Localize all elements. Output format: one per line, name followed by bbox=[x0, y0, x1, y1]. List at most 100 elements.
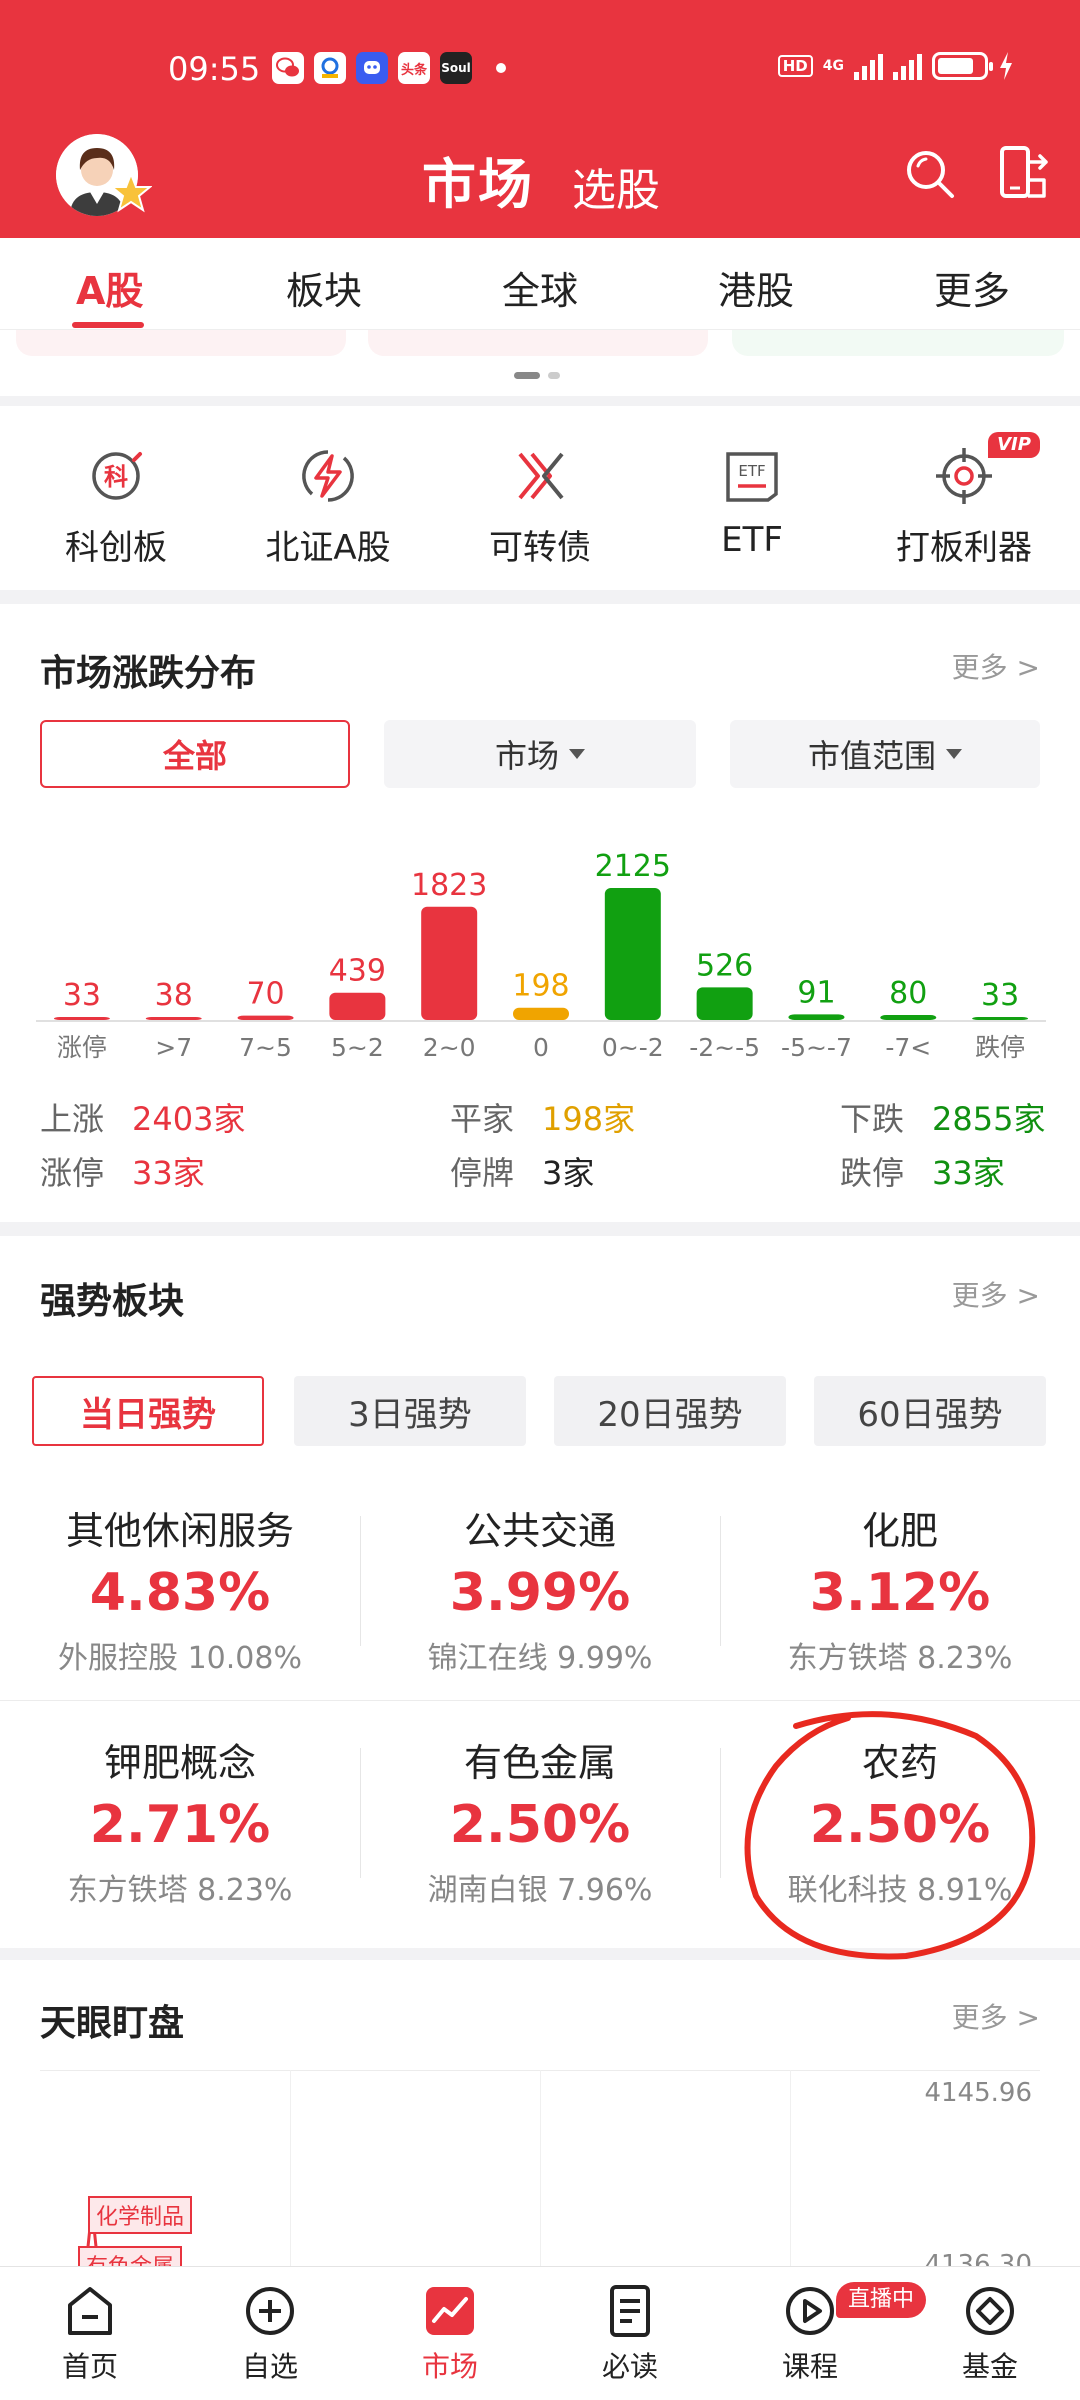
entry-label: 科创板 bbox=[65, 528, 167, 568]
nav-home[interactable]: 首页 bbox=[30, 2281, 150, 2385]
column-divider bbox=[360, 1516, 361, 1646]
section-title: 天眼盯盘 bbox=[40, 2003, 185, 2044]
stock-picker-link[interactable]: 选股 bbox=[572, 154, 660, 218]
app3-icon bbox=[356, 52, 388, 84]
suspend-count: 3家 bbox=[542, 1154, 595, 1192]
grid-line bbox=[540, 2070, 541, 2266]
svg-text:科: 科 bbox=[104, 463, 128, 491]
filter-label: 全部 bbox=[162, 737, 227, 775]
event-tag[interactable]: 化学制品 bbox=[88, 2196, 193, 2234]
sector-change: 2.71% bbox=[89, 1795, 271, 1855]
filter-market-cap[interactable]: 市值范围 bbox=[730, 720, 1040, 788]
period-60day[interactable]: 60日强势 bbox=[814, 1376, 1046, 1446]
flat-label: 平家 bbox=[450, 1100, 515, 1138]
nav-market[interactable]: 市场 bbox=[390, 2281, 510, 2385]
chart-bar bbox=[421, 906, 478, 1020]
banner-carousel[interactable] bbox=[0, 330, 1080, 396]
vip-badge: VIP bbox=[988, 432, 1040, 458]
convertible-icon bbox=[518, 452, 564, 500]
period-20day[interactable]: 20日强势 bbox=[554, 1376, 786, 1446]
sector-leader: 湖南白银 7.96% bbox=[427, 1873, 653, 1908]
sector-change: 4.83% bbox=[89, 1563, 271, 1623]
banner-card[interactable] bbox=[16, 330, 346, 356]
column-divider bbox=[360, 1748, 361, 1878]
star-badge-icon bbox=[110, 172, 152, 213]
limit-up-count: 33家 bbox=[132, 1154, 205, 1192]
sector-cell[interactable]: 公共交通 3.99% 锦江在线 9.99% bbox=[360, 1500, 720, 1677]
document-icon bbox=[610, 2285, 650, 2337]
entry-beizheng[interactable]: 北证A股 bbox=[248, 446, 408, 569]
period-3day[interactable]: 3日强势 bbox=[294, 1376, 526, 1446]
section-title: 市场涨跌分布 bbox=[40, 653, 257, 694]
sector-name: 其他休闲服务 bbox=[65, 1509, 294, 1553]
category-label: >7 bbox=[155, 1033, 192, 1062]
wechat-icon bbox=[272, 52, 304, 84]
nav-watchlist[interactable]: 自选 bbox=[210, 2281, 330, 2385]
battery-icon bbox=[932, 52, 993, 80]
nav-reading[interactable]: 必读 bbox=[570, 2281, 690, 2385]
tab-more[interactable]: 更多 bbox=[934, 260, 1010, 315]
chart-bar bbox=[237, 1015, 294, 1020]
entry-convertible[interactable]: 可转债 bbox=[460, 446, 620, 569]
hd-icon: HD bbox=[777, 55, 813, 77]
entry-daban[interactable]: 打板利器 bbox=[884, 446, 1044, 569]
more-link[interactable]: 更多 > bbox=[952, 646, 1040, 686]
limit-down-count: 33家 bbox=[932, 1154, 1005, 1192]
banner-card[interactable] bbox=[732, 330, 1064, 356]
bar-value-label: 33 bbox=[981, 978, 1019, 1013]
nav-label: 自选 bbox=[241, 2350, 298, 2383]
sector-name: 钾肥概念 bbox=[103, 1741, 256, 1785]
search-icon[interactable] bbox=[902, 146, 958, 202]
filter-label: 市值范围 bbox=[807, 737, 936, 775]
banner-card[interactable] bbox=[368, 330, 708, 356]
entry-label: 打板利器 bbox=[896, 528, 1032, 568]
app2-icon bbox=[314, 52, 346, 84]
tab-a-shares[interactable]: A股 bbox=[76, 260, 143, 315]
more-link[interactable]: 更多 > bbox=[952, 1274, 1040, 1314]
phone-switch-icon[interactable] bbox=[996, 144, 1052, 204]
kechuang-icon: 科 bbox=[92, 452, 142, 500]
nav-label: 基金 bbox=[961, 2350, 1018, 2383]
category-label: 0~-2 bbox=[602, 1033, 664, 1062]
tab-hk[interactable]: 港股 bbox=[718, 260, 794, 315]
chart-bar bbox=[513, 1007, 569, 1020]
sector-cell[interactable]: 有色金属 2.50% 湖南白银 7.96% bbox=[360, 1732, 720, 1909]
down-label: 下跌 bbox=[840, 1100, 905, 1138]
beizheng-icon bbox=[302, 450, 354, 502]
period-1day[interactable]: 当日强势 bbox=[32, 1376, 264, 1446]
etf-icon: ETF bbox=[726, 452, 778, 502]
entry-etf[interactable]: ETF ETF bbox=[672, 446, 832, 560]
filter-market[interactable]: 市场 bbox=[384, 720, 696, 788]
category-label: 0 bbox=[533, 1033, 549, 1062]
entry-label: 北证A股 bbox=[265, 528, 391, 568]
chart-bar bbox=[145, 1017, 202, 1020]
category-label: -2~-5 bbox=[689, 1033, 760, 1062]
sector-change: 2.50% bbox=[449, 1795, 631, 1855]
sector-name: 公共交通 bbox=[463, 1509, 616, 1553]
event-tag[interactable]: 有色金属 bbox=[78, 2246, 183, 2266]
nav-label: 首页 bbox=[61, 2350, 118, 2383]
sector-cell[interactable]: 其他休闲服务 4.83% 外服控股 10.08% bbox=[0, 1500, 360, 1677]
tab-global[interactable]: 全球 bbox=[502, 260, 578, 315]
filter-all[interactable]: 全部 bbox=[40, 720, 350, 788]
add-circle-icon bbox=[246, 2287, 294, 2335]
status-app-icons: 头条 Soul bbox=[272, 52, 506, 84]
suspend-label: 停牌 bbox=[450, 1154, 515, 1192]
category-label: 跌停 bbox=[975, 1033, 1025, 1062]
y-axis-label: 4136.30 bbox=[924, 2250, 1032, 2266]
app-header: 09:55 头条 Soul HD 4G 市场 选股 bbox=[0, 0, 1080, 238]
chart-bar bbox=[53, 1017, 110, 1020]
active-tab-indicator bbox=[72, 322, 144, 328]
network-label: 4G bbox=[822, 58, 844, 74]
hand-drawn-circle-annotation bbox=[744, 1711, 1036, 1960]
nav-fund[interactable]: 基金 bbox=[930, 2281, 1050, 2385]
more-link[interactable]: 更多 > bbox=[952, 1996, 1040, 2036]
grid-line bbox=[290, 2070, 291, 2266]
chart-bar bbox=[604, 888, 661, 1020]
sector-cell[interactable]: 化肥 3.12% 东方铁塔 8.23% bbox=[720, 1500, 1080, 1677]
play-icon bbox=[786, 2287, 834, 2335]
sector-cell[interactable]: 钾肥概念 2.71% 东方铁塔 8.23% bbox=[0, 1732, 360, 1909]
tab-sectors[interactable]: 板块 bbox=[286, 260, 362, 315]
entry-kechuang[interactable]: 科 科创板 bbox=[36, 446, 196, 569]
bar-value-label: 198 bbox=[512, 969, 569, 1004]
